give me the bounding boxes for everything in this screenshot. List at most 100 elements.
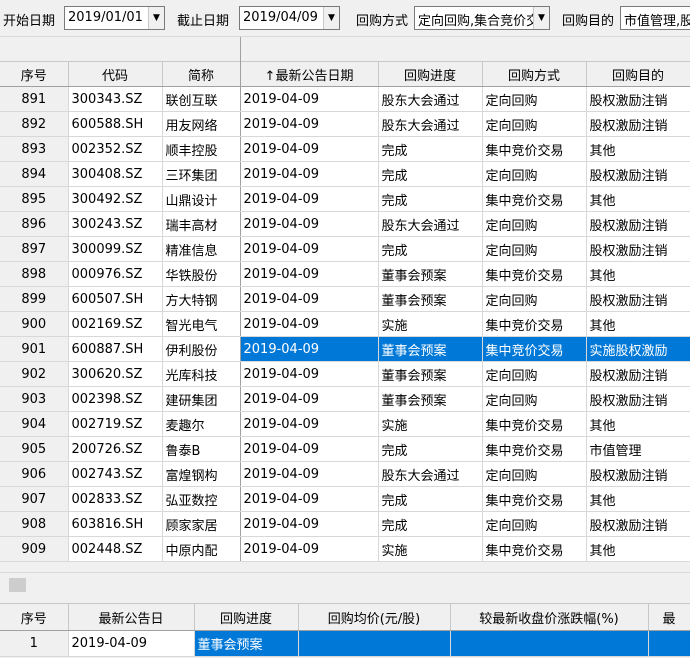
- table-row[interactable]: 895 300492.SZ 山鼎设计 2019-04-09 完成 集中竞价交易 其他: [0, 186, 690, 212]
- table-cell[interactable]: 股东大会通过: [378, 111, 483, 137]
- table-cell[interactable]: 鲁泰B: [162, 436, 241, 462]
- table-cell[interactable]: 002833.SZ: [68, 486, 163, 512]
- table-cell[interactable]: 精准信息: [162, 236, 241, 262]
- table-row[interactable]: 891 300343.SZ 联创互联 2019-04-09 股东大会通过 定向回购 股权激励…: [0, 86, 690, 112]
- table-cell[interactable]: 集中竞价交易: [482, 136, 587, 162]
- table-cell[interactable]: 集中竞价交易: [482, 411, 587, 437]
- table-cell[interactable]: 891: [0, 86, 69, 112]
- scrollbar-thumb[interactable]: [9, 578, 26, 592]
- table-cell[interactable]: 300243.SZ: [68, 211, 163, 237]
- table-row[interactable]: 909 002448.SZ 中原内配 2019-04-09 实施 集中竞价交易 其他: [0, 536, 690, 562]
- table-cell[interactable]: 002398.SZ: [68, 386, 163, 412]
- table-cell[interactable]: 002169.SZ: [68, 311, 163, 337]
- table-cell[interactable]: 用友网络: [162, 111, 241, 137]
- table-cell[interactable]: 定向回购: [482, 361, 587, 387]
- table-cell[interactable]: 2019-04-09: [240, 86, 379, 112]
- chevron-down-icon[interactable]: ▼: [533, 7, 549, 29]
- table-cell[interactable]: 600887.SH: [68, 336, 163, 362]
- table-cell[interactable]: 完成: [378, 236, 483, 262]
- detail-cell[interactable]: 2019-04-09: [68, 630, 195, 657]
- table-cell[interactable]: 2019-04-09: [240, 111, 379, 137]
- table-cell[interactable]: 中原内配: [162, 536, 241, 562]
- detail-cell-selected[interactable]: 董事会预案: [194, 630, 299, 657]
- column-header[interactable]: 回购目的: [586, 61, 690, 87]
- table-cell[interactable]: 908: [0, 511, 69, 537]
- table-cell[interactable]: 完成: [378, 486, 483, 512]
- table-cell[interactable]: 方大特钢: [162, 286, 241, 312]
- table-cell[interactable]: 麦趣尔: [162, 411, 241, 437]
- table-cell[interactable]: 定向回购: [482, 161, 587, 187]
- table-cell[interactable]: 瑞丰高材: [162, 211, 241, 237]
- table-cell[interactable]: 002719.SZ: [68, 411, 163, 437]
- table-cell[interactable]: 300408.SZ: [68, 161, 163, 187]
- table-cell[interactable]: 股东大会通过: [378, 86, 483, 112]
- table-cell[interactable]: 894: [0, 161, 69, 187]
- table-cell[interactable]: 600507.SH: [68, 286, 163, 312]
- table-cell[interactable]: 904: [0, 411, 69, 437]
- table-cell[interactable]: 906: [0, 461, 69, 487]
- detail-column-header[interactable]: 最新公告日: [68, 603, 195, 631]
- table-row[interactable]: 900 002169.SZ 智光电气 2019-04-09 实施 集中竞价交易 其他: [0, 311, 690, 337]
- table-cell[interactable]: 2019-04-09: [240, 511, 379, 537]
- table-row[interactable]: 901 600887.SH 伊利股份 2019-04-09 董事会预案 集中竞价交易 实施股…: [0, 336, 690, 362]
- table-cell[interactable]: 股权激励注销: [586, 286, 690, 312]
- table-cell[interactable]: 股权激励注销: [586, 361, 690, 387]
- table-cell[interactable]: 2019-04-09: [240, 536, 379, 562]
- table-cell[interactable]: 2019-04-09: [240, 361, 379, 387]
- table-cell[interactable]: 定向回购: [482, 111, 587, 137]
- table-cell[interactable]: 200726.SZ: [68, 436, 163, 462]
- table-cell[interactable]: 顾家家居: [162, 511, 241, 537]
- table-cell[interactable]: 其他: [586, 186, 690, 212]
- table-cell[interactable]: 002448.SZ: [68, 536, 163, 562]
- table-cell[interactable]: 山鼎设计: [162, 186, 241, 212]
- table-cell[interactable]: 899: [0, 286, 69, 312]
- chevron-down-icon[interactable]: ▼: [323, 7, 339, 29]
- table-cell[interactable]: 901: [0, 336, 69, 362]
- table-cell[interactable]: 其他: [586, 536, 690, 562]
- table-cell[interactable]: 顺丰控股: [162, 136, 241, 162]
- table-cell[interactable]: 902: [0, 361, 69, 387]
- table-cell[interactable]: 2019-04-09: [240, 436, 379, 462]
- table-cell[interactable]: 300620.SZ: [68, 361, 163, 387]
- table-cell[interactable]: 定向回购: [482, 86, 587, 112]
- table-cell[interactable]: 2019-04-09: [240, 486, 379, 512]
- table-cell[interactable]: 895: [0, 186, 69, 212]
- table-row[interactable]: 898 000976.SZ 华铁股份 2019-04-09 董事会预案 集中竞价交易 其他: [0, 261, 690, 287]
- table-cell[interactable]: 实施: [378, 536, 483, 562]
- table-cell[interactable]: 定向回购: [482, 211, 587, 237]
- table-cell[interactable]: 其他: [586, 311, 690, 337]
- table-cell[interactable]: 智光电气: [162, 311, 241, 337]
- column-header[interactable]: 序号: [0, 61, 69, 87]
- table-cell[interactable]: 股权激励注销: [586, 236, 690, 262]
- detail-column-header[interactable]: 序号: [0, 603, 69, 631]
- table-cell[interactable]: 2019-04-09: [240, 211, 379, 237]
- table-cell[interactable]: 893: [0, 136, 69, 162]
- table-cell[interactable]: 2019-04-09: [240, 386, 379, 412]
- detail-row[interactable]: 1 2019-04-09 董事会预案: [0, 630, 690, 657]
- detail-column-header[interactable]: 最: [648, 603, 690, 631]
- table-cell[interactable]: 2019-04-09: [240, 161, 379, 187]
- table-cell[interactable]: 定向回购: [482, 511, 587, 537]
- table-cell[interactable]: 完成: [378, 136, 483, 162]
- table-cell[interactable]: 892: [0, 111, 69, 137]
- detail-cell-selected[interactable]: [648, 630, 690, 657]
- table-cell[interactable]: 股权激励注销: [586, 461, 690, 487]
- table-cell[interactable]: 联创互联: [162, 86, 241, 112]
- table-row[interactable]: 893 002352.SZ 顺丰控股 2019-04-09 完成 集中竞价交易 其他: [0, 136, 690, 162]
- table-cell[interactable]: 集中竞价交易: [482, 536, 587, 562]
- table-cell[interactable]: 2019-04-09: [240, 311, 379, 337]
- column-header[interactable]: 简称: [162, 61, 241, 87]
- table-cell[interactable]: 实施: [378, 311, 483, 337]
- detail-column-header[interactable]: 回购进度: [194, 603, 299, 631]
- end-date-picker[interactable]: 2019/04/09 ▼: [239, 6, 340, 30]
- table-cell[interactable]: 2019-04-09: [240, 286, 379, 312]
- table-cell[interactable]: 2019-04-09: [240, 186, 379, 212]
- method-select[interactable]: 定向回购,集合竞价交易 ▼: [414, 6, 550, 30]
- table-row[interactable]: 905 200726.SZ 鲁泰B 2019-04-09 完成 集中竞价交易 市值管理: [0, 436, 690, 462]
- table-cell[interactable]: 完成: [378, 161, 483, 187]
- table-cell[interactable]: 300099.SZ: [68, 236, 163, 262]
- table-cell[interactable]: 896: [0, 211, 69, 237]
- detail-column-header[interactable]: 回购均价(元/股): [298, 603, 451, 631]
- table-cell[interactable]: 其他: [586, 136, 690, 162]
- table-cell[interactable]: 集中竞价交易: [482, 436, 587, 462]
